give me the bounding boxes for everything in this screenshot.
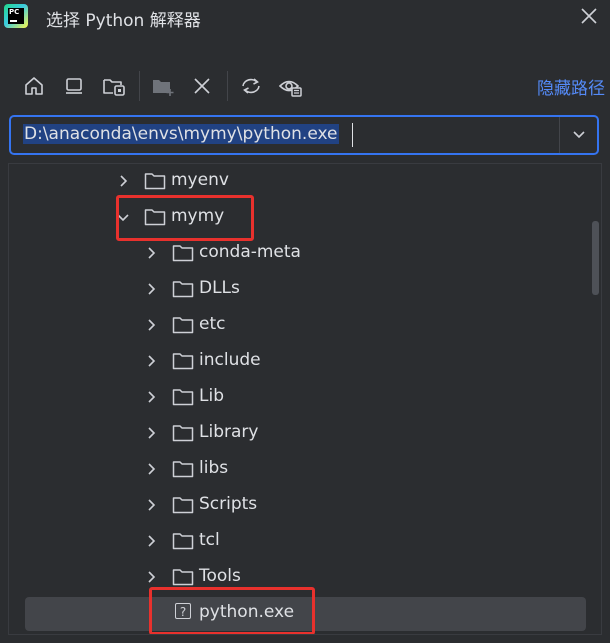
tree-item-label: tcl xyxy=(199,530,220,550)
tree-item-label: Scripts xyxy=(199,494,258,514)
chevron-right-icon[interactable] xyxy=(144,390,158,404)
refresh-button[interactable] xyxy=(237,72,265,100)
chevron-right-icon[interactable] xyxy=(144,534,158,548)
show-hidden-icon xyxy=(278,80,302,97)
red-highlight-box-mymy xyxy=(116,195,254,241)
refresh-icon xyxy=(242,78,260,94)
chevron-right-icon[interactable] xyxy=(144,282,158,296)
tree-item-label: conda-meta xyxy=(199,242,301,262)
new-folder-button[interactable] xyxy=(149,72,177,100)
hide-path-link[interactable]: 隐藏路径 xyxy=(537,74,605,99)
folder-icon xyxy=(172,353,194,370)
desktop-icon xyxy=(66,78,82,94)
folder-icon xyxy=(172,425,194,442)
tree-item-label: Library xyxy=(199,422,259,442)
toolbar: 隐藏路径 xyxy=(0,68,610,104)
tree-item-etc[interactable]: etc xyxy=(9,308,601,344)
folder-icon xyxy=(172,569,194,586)
tree-item-label: myenv xyxy=(171,170,229,190)
dialog-title: 选择 Python 解释器 xyxy=(46,11,201,31)
chevron-right-icon[interactable] xyxy=(116,174,130,188)
folder-icon xyxy=(172,317,194,334)
home-icon xyxy=(25,77,43,95)
chevron-right-icon[interactable] xyxy=(144,426,158,440)
delete-icon xyxy=(194,78,210,94)
text-cursor xyxy=(352,123,353,147)
chevron-right-icon[interactable] xyxy=(144,498,158,512)
project-button[interactable] xyxy=(100,72,128,100)
tree-item-myenv[interactable]: myenv xyxy=(9,164,601,200)
tree-item-scripts[interactable]: Scripts xyxy=(9,488,601,524)
chevron-right-icon[interactable] xyxy=(144,570,158,584)
chevron-right-icon[interactable] xyxy=(144,318,158,332)
tree-item-conda-meta[interactable]: conda-meta xyxy=(9,236,601,272)
tree-item-libs[interactable]: libs xyxy=(9,452,601,488)
tree-scrollbar-thumb[interactable] xyxy=(592,221,599,295)
red-highlight-box-python-exe xyxy=(149,587,315,634)
desktop-button[interactable] xyxy=(60,72,88,100)
tree-item-label: DLLs xyxy=(199,278,240,298)
tree-item-include[interactable]: include xyxy=(9,344,601,380)
folder-icon xyxy=(172,389,194,406)
folder-icon xyxy=(172,461,194,478)
tree-item-label: libs xyxy=(199,458,229,478)
file-tree[interactable]: myenv mymy conda-meta DLLs etc include L… xyxy=(8,163,602,635)
tree-item-label: etc xyxy=(199,314,226,334)
folder-icon xyxy=(172,533,194,550)
home-button[interactable] xyxy=(20,72,48,100)
chevron-right-icon[interactable] xyxy=(144,246,158,260)
tree-item-label: Tools xyxy=(199,566,241,586)
tree-item-label: include xyxy=(199,350,261,370)
folder-icon xyxy=(144,173,166,190)
toolbar-separator xyxy=(227,71,228,101)
title-bar: PC 选择 Python 解释器 xyxy=(0,0,610,44)
folder-icon xyxy=(172,281,194,298)
toolbar-separator xyxy=(139,71,140,101)
tree-item-label: Lib xyxy=(199,386,224,406)
chevron-right-icon[interactable] xyxy=(144,462,158,476)
tree-item-tcl[interactable]: tcl xyxy=(9,524,601,560)
pycharm-logo-icon: PC xyxy=(4,4,28,28)
show-hidden-button[interactable] xyxy=(277,72,305,100)
path-history-dropdown[interactable] xyxy=(560,117,597,153)
chevron-down-icon xyxy=(572,131,585,139)
tree-item-mymy[interactable]: mymy xyxy=(9,200,601,236)
tree-item-lib[interactable]: Lib xyxy=(9,380,601,416)
new-folder-icon xyxy=(153,80,174,96)
folder-icon xyxy=(172,497,194,514)
delete-button[interactable] xyxy=(188,72,216,100)
close-icon[interactable] xyxy=(579,6,599,26)
path-input[interactable]: D:\anaconda\envs\mymy\python.exe xyxy=(9,115,599,155)
chevron-right-icon[interactable] xyxy=(144,354,158,368)
path-input-value[interactable]: D:\anaconda\envs\mymy\python.exe xyxy=(23,124,339,144)
tree-item-library[interactable]: Library xyxy=(9,416,601,452)
folder-icon xyxy=(172,245,194,262)
project-folder-icon xyxy=(103,79,125,96)
tree-item-dlls[interactable]: DLLs xyxy=(9,272,601,308)
